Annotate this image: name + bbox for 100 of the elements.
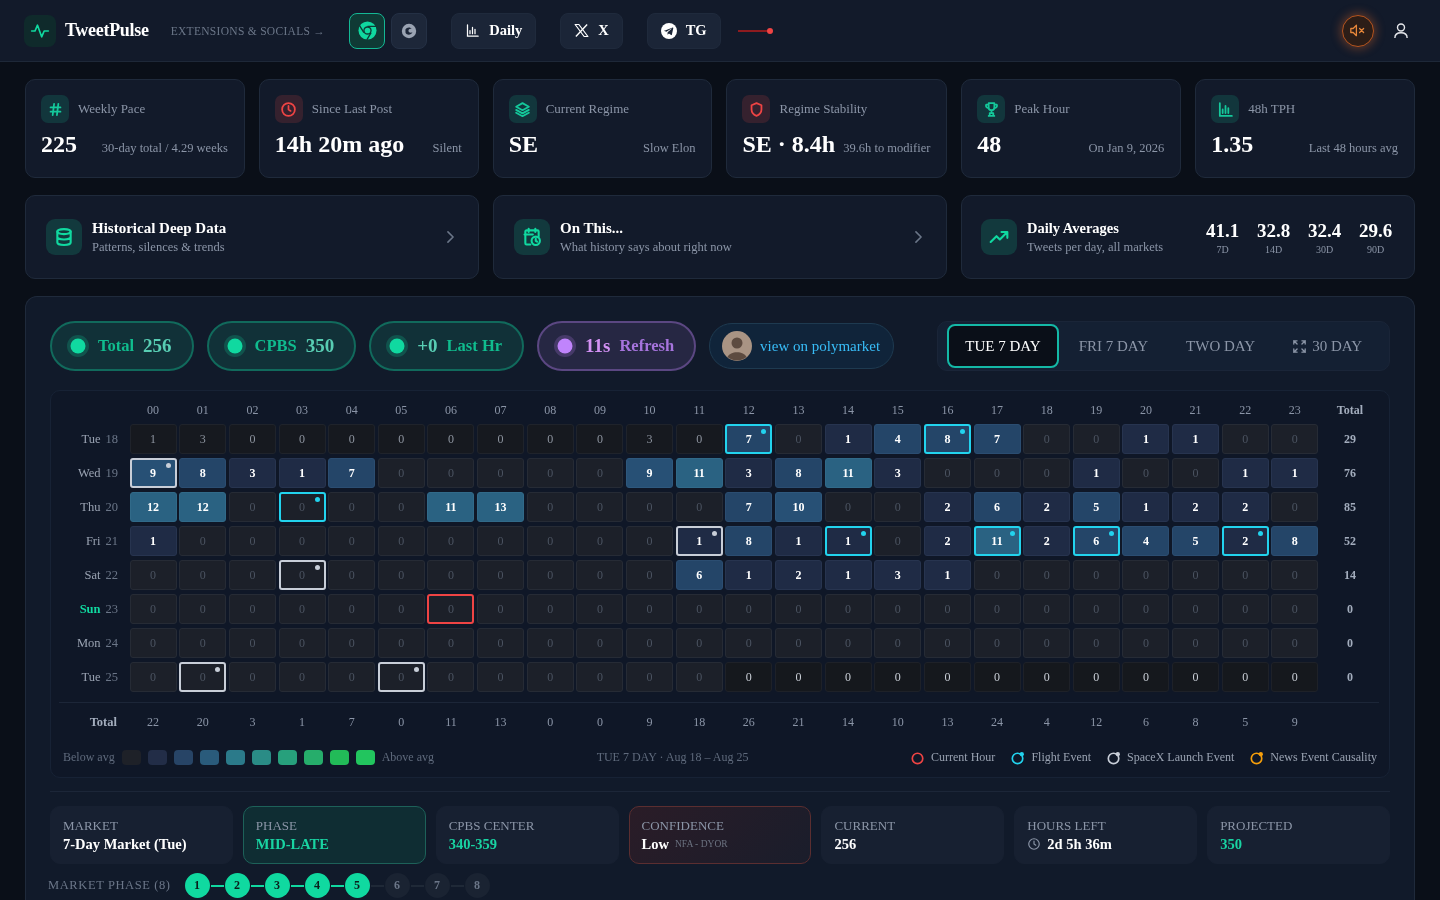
stat-value: 225 (41, 131, 77, 158)
pill-value: 350 (305, 335, 335, 357)
dot-icon (711, 531, 717, 536)
column-total: 0 (595, 714, 604, 731)
stat-value: 14h 20m ago (274, 131, 405, 158)
stat-value: SE · 8.4h (742, 131, 836, 158)
heatmap-cell: 0 (1172, 662, 1220, 692)
shortcut-subtitle: What history says about right now (560, 239, 733, 255)
day-label: Tue (81, 431, 101, 447)
mute-button[interactable] (1342, 14, 1374, 47)
dot-icon (314, 497, 320, 502)
nav-button[interactable]: X (560, 12, 623, 49)
info-value: 256 (834, 835, 857, 853)
heatmap-cell: 0 (1072, 662, 1120, 692)
heatmap-cell: 0 (774, 662, 822, 692)
stat-value: 48 (977, 131, 1002, 158)
calendar-clock-icon (514, 219, 550, 255)
heatmap-cell: 1 (725, 560, 773, 590)
heatmap-cell: 1 (1122, 492, 1170, 522)
column-total: 14 (841, 714, 856, 731)
cell-value: 6 (1093, 533, 1100, 549)
shortcut-title: On This... (560, 219, 625, 237)
dot-icon (215, 667, 221, 672)
heatmap-cell: 0 (328, 424, 376, 454)
column-total: 26 (741, 714, 756, 731)
database-icon (46, 219, 82, 255)
stat-label: Current Regime (545, 101, 630, 117)
stat-note: 30-day total / 4.29 weeks (101, 141, 228, 156)
hour-label: 05 (394, 402, 409, 419)
hour-label: 18 (1039, 402, 1054, 419)
heatmap-cell: 7 (973, 424, 1021, 454)
heatmap-cell: 1 (129, 424, 177, 454)
nav-button[interactable]: Daily (451, 12, 537, 49)
shortcut-card[interactable]: On This... What history says about right now (493, 195, 947, 279)
heatmap-cell: 3 (228, 458, 276, 488)
stat-label: Weekly Pace (78, 101, 146, 117)
hour-label: 04 (344, 402, 359, 419)
row-total: 76 (1343, 465, 1357, 481)
averages-title: Daily Averages (1027, 219, 1120, 237)
range-caption: TUE 7 DAY · Aug 18 – Aug 25 (596, 750, 749, 765)
column-total: 22 (146, 714, 161, 731)
tab[interactable]: 30 DAY (1275, 324, 1380, 368)
info-label: MARKET (63, 817, 119, 834)
heatmap-cell: 3 (874, 560, 922, 590)
heatmap-cell: 1 (1221, 458, 1269, 488)
heatmap-cell: 0 (675, 424, 723, 454)
legend-label: SpaceX Launch Event (1127, 750, 1235, 765)
column-total: 18 (692, 714, 707, 731)
day-label: Fri (85, 533, 101, 549)
paper-plane-icon (660, 22, 677, 39)
heatmap-cell: 6 (973, 492, 1021, 522)
info-label: PHASE (255, 817, 299, 834)
extension-button[interactable] (391, 12, 428, 49)
tab[interactable]: TWO DAY (1168, 324, 1274, 368)
heatmap-cell: 2 (1221, 492, 1269, 522)
hour-label: 01 (195, 402, 210, 419)
dot-icon (413, 667, 419, 672)
heatmap-cell: 11 (824, 458, 872, 488)
step-connector (330, 884, 344, 887)
user-button[interactable] (1394, 22, 1408, 39)
heatmap-cell: 5 (1172, 526, 1220, 556)
dot-icon (1009, 531, 1015, 536)
day-label: Mon (76, 635, 101, 651)
stat-note: On Jan 9, 2026 (1088, 141, 1165, 156)
shortcut-subtitle: Patterns, silences & trends (92, 239, 226, 255)
date-label: 18 (105, 431, 118, 447)
extension-button[interactable] (349, 12, 386, 49)
stat-label: Regime Stability (779, 101, 868, 117)
cell-value: 1 (696, 533, 703, 549)
heatmap-cell: 1 (129, 526, 177, 556)
dot-icon (860, 531, 866, 536)
column-total: 6 (1141, 714, 1150, 731)
legend-label: Above avg (381, 750, 434, 765)
nav-button[interactable]: TG (646, 12, 721, 49)
date-label: 25 (105, 669, 118, 685)
total-label: Total (88, 714, 118, 731)
tab[interactable]: FRI 7 DAY (1060, 324, 1167, 368)
info-label: CONFIDENCE (641, 817, 725, 834)
brand-name: TweetPulse (65, 20, 149, 41)
hash-icon (41, 95, 69, 123)
shortcut-card[interactable]: Historical Deep Data Patterns, silences & trends (25, 195, 479, 279)
pill-label: Last Hr (446, 336, 503, 356)
cell-value: 8 (944, 431, 951, 447)
cell-value: 2 (1242, 533, 1249, 549)
tab[interactable]: TUE 7 DAY (947, 324, 1059, 368)
info-value: MID-LATE (255, 835, 329, 853)
heatmap-cell: 0 (1271, 662, 1319, 692)
row-total: 0 (1346, 635, 1354, 651)
hour-label: 22 (1238, 402, 1253, 419)
heatmap-cell: 7 (328, 458, 376, 488)
heatmap-cell: 12 (129, 492, 177, 522)
dot-icon (761, 429, 767, 434)
column-total: 9 (1290, 714, 1299, 731)
info-value: 350 (1220, 835, 1242, 853)
heatmap-cell: 0 (1122, 662, 1170, 692)
polymarket-link[interactable]: view on polymarket (709, 323, 895, 369)
step-connector (250, 884, 264, 887)
info-value: 7-Day Market (Tue) (63, 835, 187, 853)
info-label: PROJECTED (1220, 817, 1294, 834)
hour-label: 19 (1089, 402, 1104, 419)
